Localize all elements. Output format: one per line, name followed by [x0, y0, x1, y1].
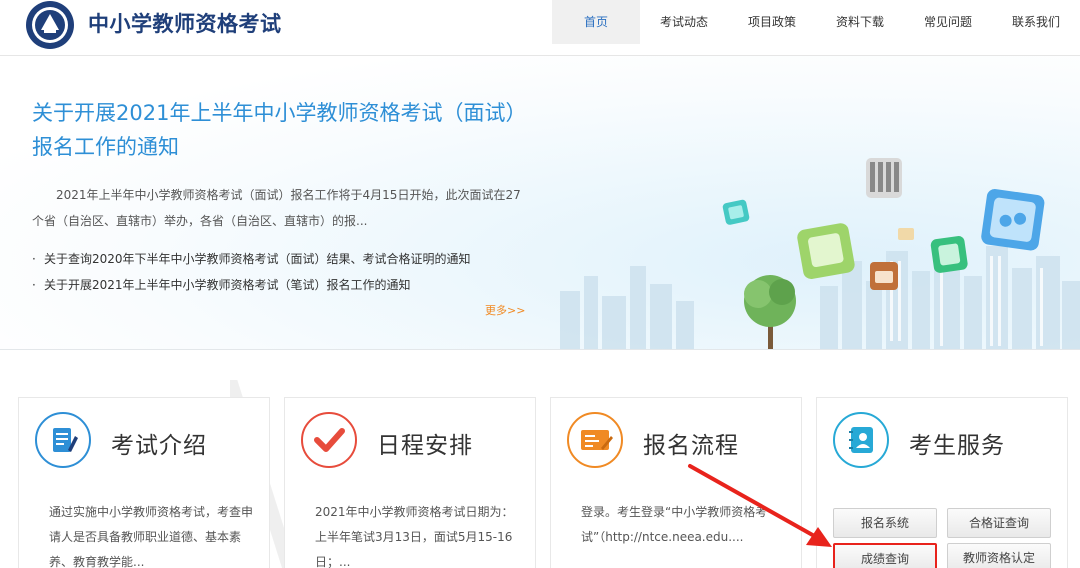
nav-downloads[interactable]: 资料下载	[816, 0, 904, 44]
card-title[interactable]: 日程安排	[377, 426, 473, 460]
card-candidate-services: 考生服务 报名系统 合格证查询 成绩查询 教师资格认定	[816, 397, 1068, 568]
card-title[interactable]: 考生服务	[909, 426, 1005, 460]
city-illustration	[560, 158, 1080, 350]
banner-headline[interactable]: 关于开展2021年上半年中小学教师资格考试（面试）报名工作的通知	[32, 96, 522, 164]
card-text: 2021年中小学教师资格考试日期为：上半年笔试3月13日，面试5月15-16日；…	[315, 505, 514, 568]
news-item-label[interactable]: 关于查询2020年下半年中小学教师资格考试（面试）结果、考试合格证明的通知	[44, 252, 471, 266]
document-icon	[35, 412, 91, 468]
form-icon	[567, 412, 623, 468]
card-text: 通过实施中小学教师资格考试，考查申请人是否具备教师职业道德、基本素养、教育教学能…	[49, 505, 254, 568]
news-list: · 关于查询2020年下半年中小学教师资格考试（面试）结果、考试合格证明的通知 ·…	[32, 246, 522, 298]
card-exam-intro: 考试介绍 通过实施中小学教师资格考试，考查申请人是否具备教师职业道德、基本素养、…	[18, 397, 270, 568]
nav-contact[interactable]: 联系我们	[992, 0, 1080, 44]
news-banner: 关于开展2021年上半年中小学教师资格考试（面试）报名工作的通知 2021年上半…	[0, 56, 1080, 350]
site-title[interactable]: 中小学教师资格考试	[88, 8, 282, 38]
banner-summary: 2021年上半年中小学教师资格考试（面试）报名工作将于4月15日开始，此次面试在…	[32, 188, 521, 228]
nav-exam-news[interactable]: 考试动态	[640, 0, 728, 44]
news-item[interactable]: · 关于开展2021年上半年中小学教师资格考试（笔试）报名工作的通知	[32, 272, 522, 298]
annotation-arrow-icon	[688, 464, 832, 547]
checkmark-icon	[301, 412, 357, 468]
card-schedule: 日程安排 2021年中小学教师资格考试日期为：上半年笔试3月13日，面试5月15…	[284, 397, 536, 568]
nav-home[interactable]: 首页	[552, 0, 640, 44]
news-item-label[interactable]: 关于开展2021年上半年中小学教师资格考试（笔试）报名工作的通知	[44, 278, 411, 292]
news-item[interactable]: · 关于查询2020年下半年中小学教师资格考试（面试）结果、考试合格证明的通知	[32, 246, 522, 272]
teacher-qualification-button[interactable]: 教师资格认定	[947, 543, 1051, 568]
card-title[interactable]: 考试介绍	[111, 426, 207, 460]
site-logo[interactable]	[22, 0, 78, 50]
certificate-query-button[interactable]: 合格证查询	[947, 508, 1051, 538]
banner-divider	[0, 349, 1080, 350]
nav-faq[interactable]: 常见问题	[904, 0, 992, 44]
site-header: 中小学教师资格考试 首页 考试动态 项目政策 资料下载 常见问题 联系我们	[0, 0, 1080, 56]
main-nav: 首页 考试动态 项目政策 资料下载 常见问题 联系我们	[552, 0, 1080, 44]
nav-policy[interactable]: 项目政策	[728, 0, 816, 44]
